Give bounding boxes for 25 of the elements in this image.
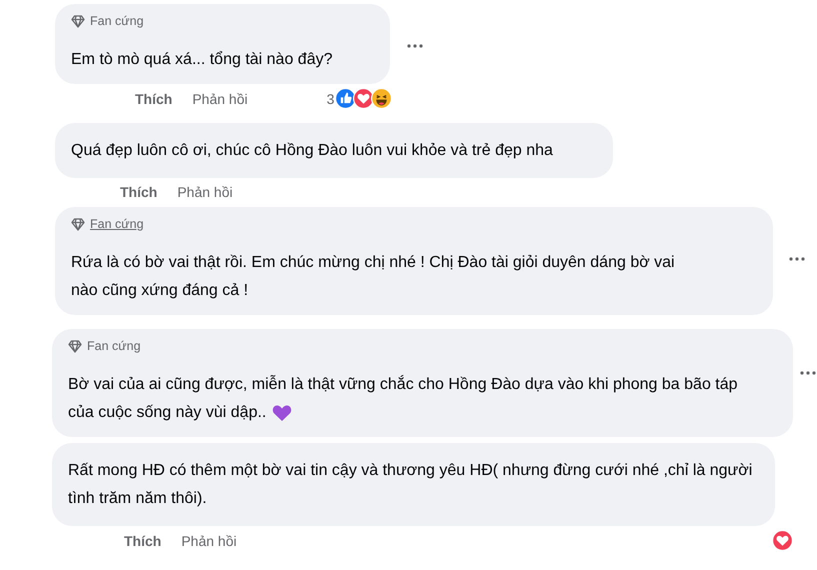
reply-link[interactable]: Phản hồi [181,530,237,550]
like-reaction-icon [335,88,356,109]
like-link[interactable]: Thích [120,182,158,202]
reply-link[interactable]: Phản hồi [177,182,233,202]
laughing-reaction-icon [371,88,392,109]
heart-reaction-icon [353,88,374,109]
more-options-icon[interactable] [800,371,816,375]
more-options-icon[interactable] [407,44,423,48]
diamond-icon [68,340,82,352]
fan-badge-label[interactable]: Fan cứng [90,12,144,30]
comment-text: Quá đẹp luôn cô ơi, chúc cô Hồng Đào luôn vui khỏe và trẻ đẹp nha [71,141,554,161]
diamond-icon [71,218,85,230]
comment-text: Bờ vai của ai cũng được, miễn là thật vững chắc cho Hồng Đào dựa vào khi phong ba bão táp của cuộc sống này vùi dập.. [68,374,739,423]
more-options-icon[interactable] [789,257,805,261]
like-link[interactable]: Thích [124,530,162,550]
reply-link[interactable]: Phản hồi [192,88,248,108]
diamond-icon [71,14,85,28]
like-link[interactable]: Thích [135,88,172,108]
fan-badge-label[interactable]: Fan cứng [87,337,141,355]
comment-text: Rất mong HĐ có thêm một bờ vai tin cậy và thương yêu HĐ( nhưng đừng cưới nhé ,chỉ là người tình trăm năm thôi). [68,461,754,509]
reaction-count[interactable]: 3 [326,88,334,108]
comment-text: Em tò mò quá xá... tổng tài nào đây? [71,50,334,70]
heart-reaction-icon [772,530,793,551]
fan-badge-label[interactable]: Fan cứng [90,215,144,233]
comment-text: Rứa là có bờ vai thật rồi. Em chúc mừng chị nhé ! Chị Đào tài giỏi duyên dáng bờ vai nào cũng xứng đáng cả ! [71,253,676,301]
